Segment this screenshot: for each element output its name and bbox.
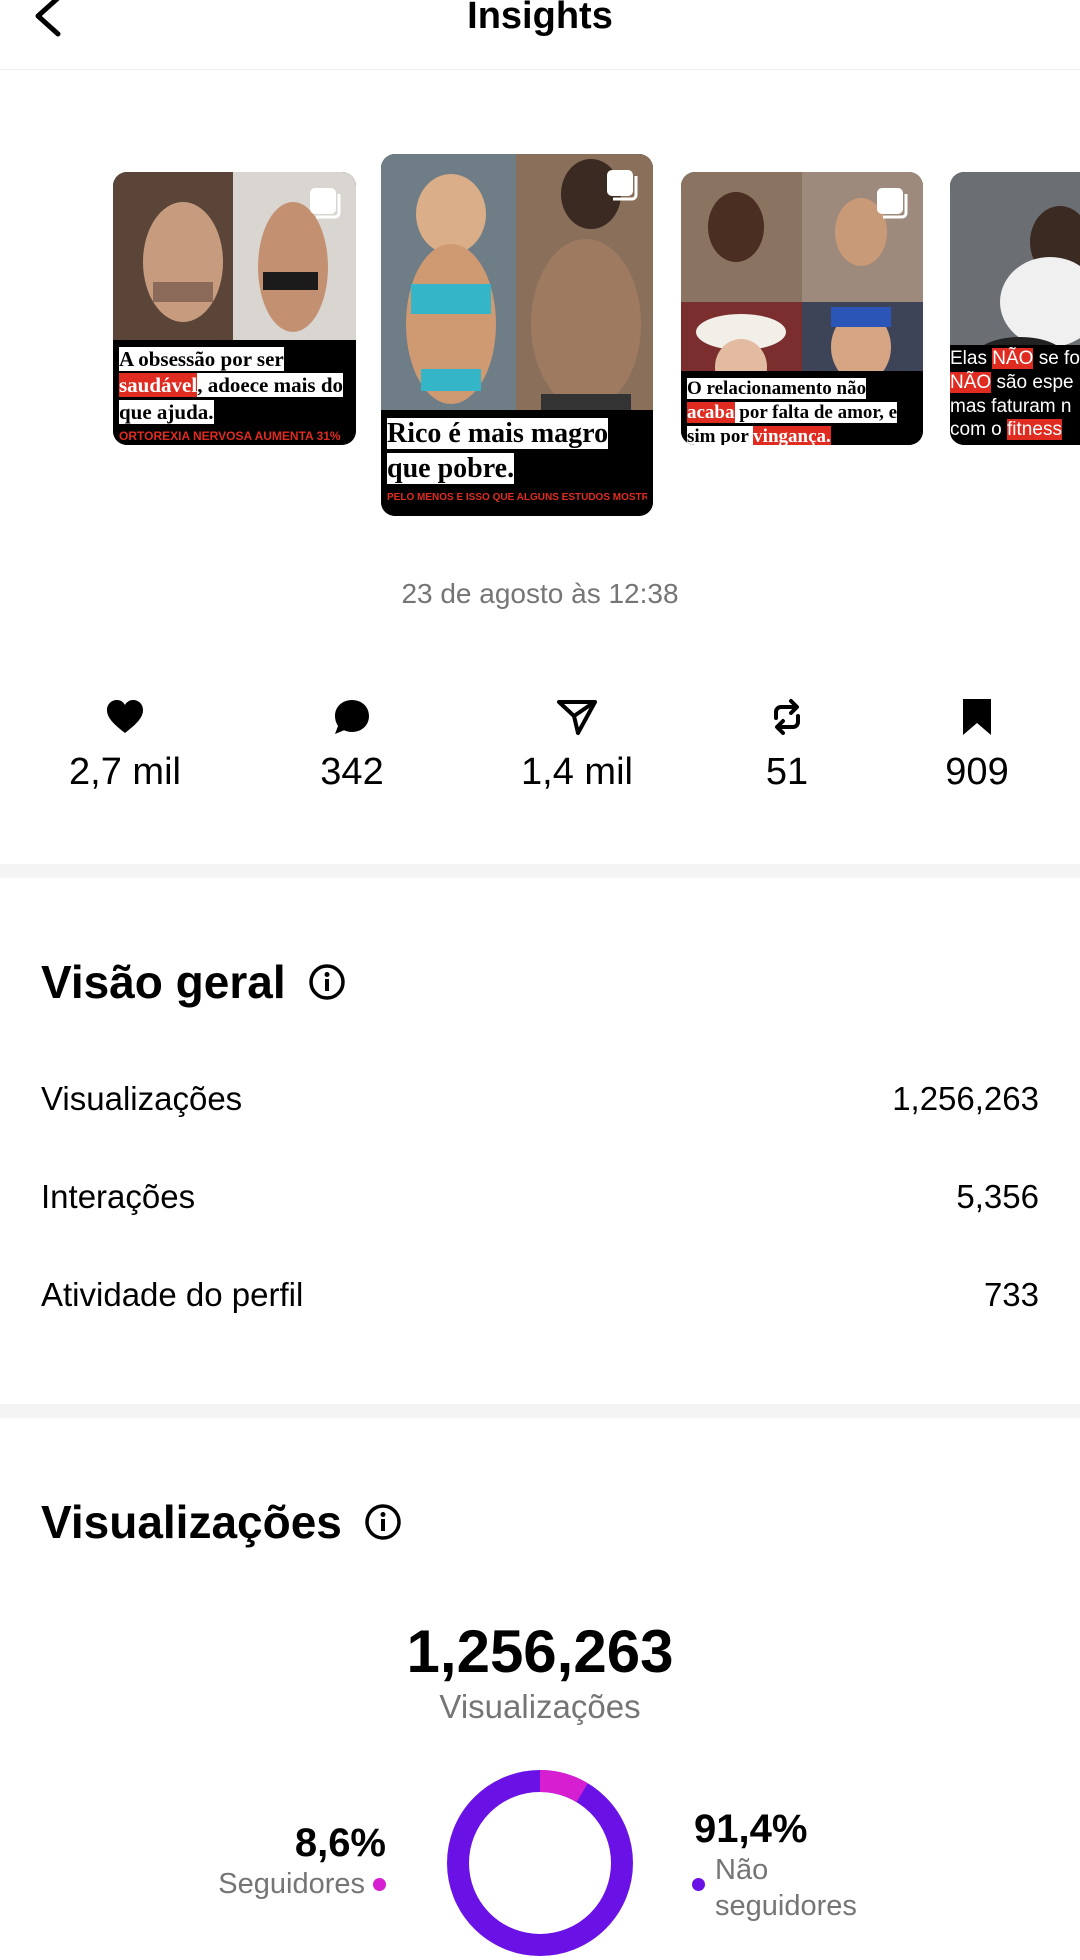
- caption-text-highlight: NÃO: [992, 348, 1034, 369]
- stat-likes: 2,7 mil: [35, 696, 215, 794]
- nonfollowers-label-line1: Não: [715, 1854, 769, 1886]
- multi-post-icon: [877, 188, 908, 219]
- engagement-stats: 2,7 mil 342 1,4 mil 51 909: [0, 696, 1080, 806]
- followers-legend-dot: [373, 1878, 386, 1891]
- info-icon[interactable]: [364, 1503, 402, 1541]
- overview-row-profile-activity[interactable]: Atividade do perfil 733: [41, 1275, 1039, 1315]
- row-value: 1,256,263: [892, 1080, 1039, 1117]
- caption-text: mas faturam n: [950, 395, 1072, 417]
- stat-value: 909: [945, 751, 1009, 793]
- post-carousel[interactable]: A obsessão por ser saudável, adoece mais…: [0, 150, 1080, 530]
- caption-text-highlight: vingança.: [753, 425, 831, 445]
- stat-value: 2,7 mil: [69, 751, 181, 793]
- multi-post-icon: [310, 188, 341, 219]
- caption-text: Rico é mais magro que pobre.: [387, 418, 609, 484]
- stat-saves: 909: [887, 696, 1067, 794]
- heart-icon: [107, 700, 143, 733]
- views-donut-chart: [447, 1770, 633, 1956]
- caption-subline: PELO MENOS É ISSO QUE ALGUNS ESTUDOS MOS…: [387, 492, 647, 503]
- post-caption-1: A obsessão por ser saudável, adoece mais…: [113, 340, 356, 445]
- nonfollowers-label: Não seguidores: [715, 1852, 857, 1924]
- post-thumbnail-3[interactable]: O relacionamento não acaba por falta de …: [681, 172, 923, 445]
- followers-legend: Seguidores: [218, 1868, 386, 1901]
- caption-text-highlight: saudável: [119, 373, 198, 398]
- nonfollowers-legend-dot: [692, 1878, 705, 1891]
- row-value: 733: [983, 1276, 1039, 1313]
- stat-shares: 1,4 mil: [487, 696, 667, 794]
- overview-title-text: Visão geral: [41, 956, 286, 1008]
- bookmark-icon: [963, 699, 991, 735]
- stat-value: 51: [765, 751, 809, 793]
- caption-text: O relacionamento não: [687, 378, 867, 399]
- section-divider: [0, 1404, 1080, 1418]
- caption-text-highlight: NÃO: [950, 371, 992, 393]
- post-thumbnail-2[interactable]: Rico é mais magro que pobre. PELO MENOS …: [381, 154, 653, 516]
- views-total-label: Visualizações: [439, 1688, 641, 1725]
- overview-section-title: Visão geral: [41, 955, 346, 1009]
- post-date: 23 de agosto às 12:38: [401, 578, 679, 609]
- views-section-title: Visualizações: [41, 1495, 402, 1549]
- views-total: 1,256,263: [406, 1618, 674, 1685]
- row-label: Atividade do perfil: [41, 1276, 304, 1313]
- caption-text: se fo: [1033, 348, 1080, 369]
- views-title-text: Visualizações: [41, 1496, 342, 1548]
- page-title: Insights: [467, 0, 613, 37]
- overview-row-interactions[interactable]: Interações 5,356: [41, 1177, 1039, 1217]
- share-icon: [557, 700, 597, 735]
- row-value: 5,356: [956, 1178, 1039, 1215]
- post-thumbnail-4[interactable]: Elas NÃO se fo NÃO são espe mas faturam …: [950, 172, 1080, 445]
- info-icon[interactable]: [308, 963, 346, 1001]
- stat-comments: 342: [262, 696, 442, 794]
- caption-text: com o: [950, 419, 1008, 441]
- nonfollowers-percentage: 91,4%: [694, 1807, 808, 1851]
- top-bar: Insights: [0, 0, 1080, 70]
- row-label: Visualizações: [41, 1080, 243, 1117]
- post-caption-3: O relacionamento não acaba por falta de …: [681, 371, 923, 445]
- stat-value: 342: [320, 751, 384, 793]
- comment-icon: [335, 700, 369, 734]
- caption-text-highlight: acaba: [687, 401, 735, 423]
- overview-row-views[interactable]: Visualizações 1,256,263: [41, 1079, 1039, 1119]
- followers-label: Seguidores: [218, 1868, 365, 1900]
- caption-text: são espe: [991, 371, 1074, 393]
- donut-nonfollowers-segment: [447, 1770, 633, 1956]
- caption-subline: ORTOREXIA NERVOSA AUMENTA 31%: [119, 428, 341, 443]
- caption-text: A obsessão por ser: [119, 347, 284, 371]
- stat-reposts: 51: [697, 696, 877, 794]
- multi-post-icon: [607, 170, 638, 201]
- section-divider: [0, 864, 1080, 878]
- followers-pct-value: 8,6%: [294, 1821, 386, 1865]
- nonfollowers-label-line2: seguidores: [715, 1890, 857, 1922]
- post-caption-2: Rico é mais magro que pobre. PELO MENOS …: [381, 410, 653, 516]
- caption-text: Elas: [950, 348, 993, 369]
- post-caption-4: Elas NÃO se fo NÃO são espe mas faturam …: [950, 345, 1080, 445]
- repost-icon: [774, 699, 800, 735]
- post-thumbnail-1[interactable]: A obsessão por ser saudável, adoece mais…: [113, 172, 356, 445]
- row-label: Interações: [41, 1178, 196, 1215]
- nonfollowers-legend: Não seguidores: [692, 1852, 857, 1924]
- followers-percentage: 8,6%: [295, 1820, 386, 1866]
- caption-text-highlight: fitness: [1007, 419, 1062, 441]
- stat-value: 1,4 mil: [521, 751, 633, 793]
